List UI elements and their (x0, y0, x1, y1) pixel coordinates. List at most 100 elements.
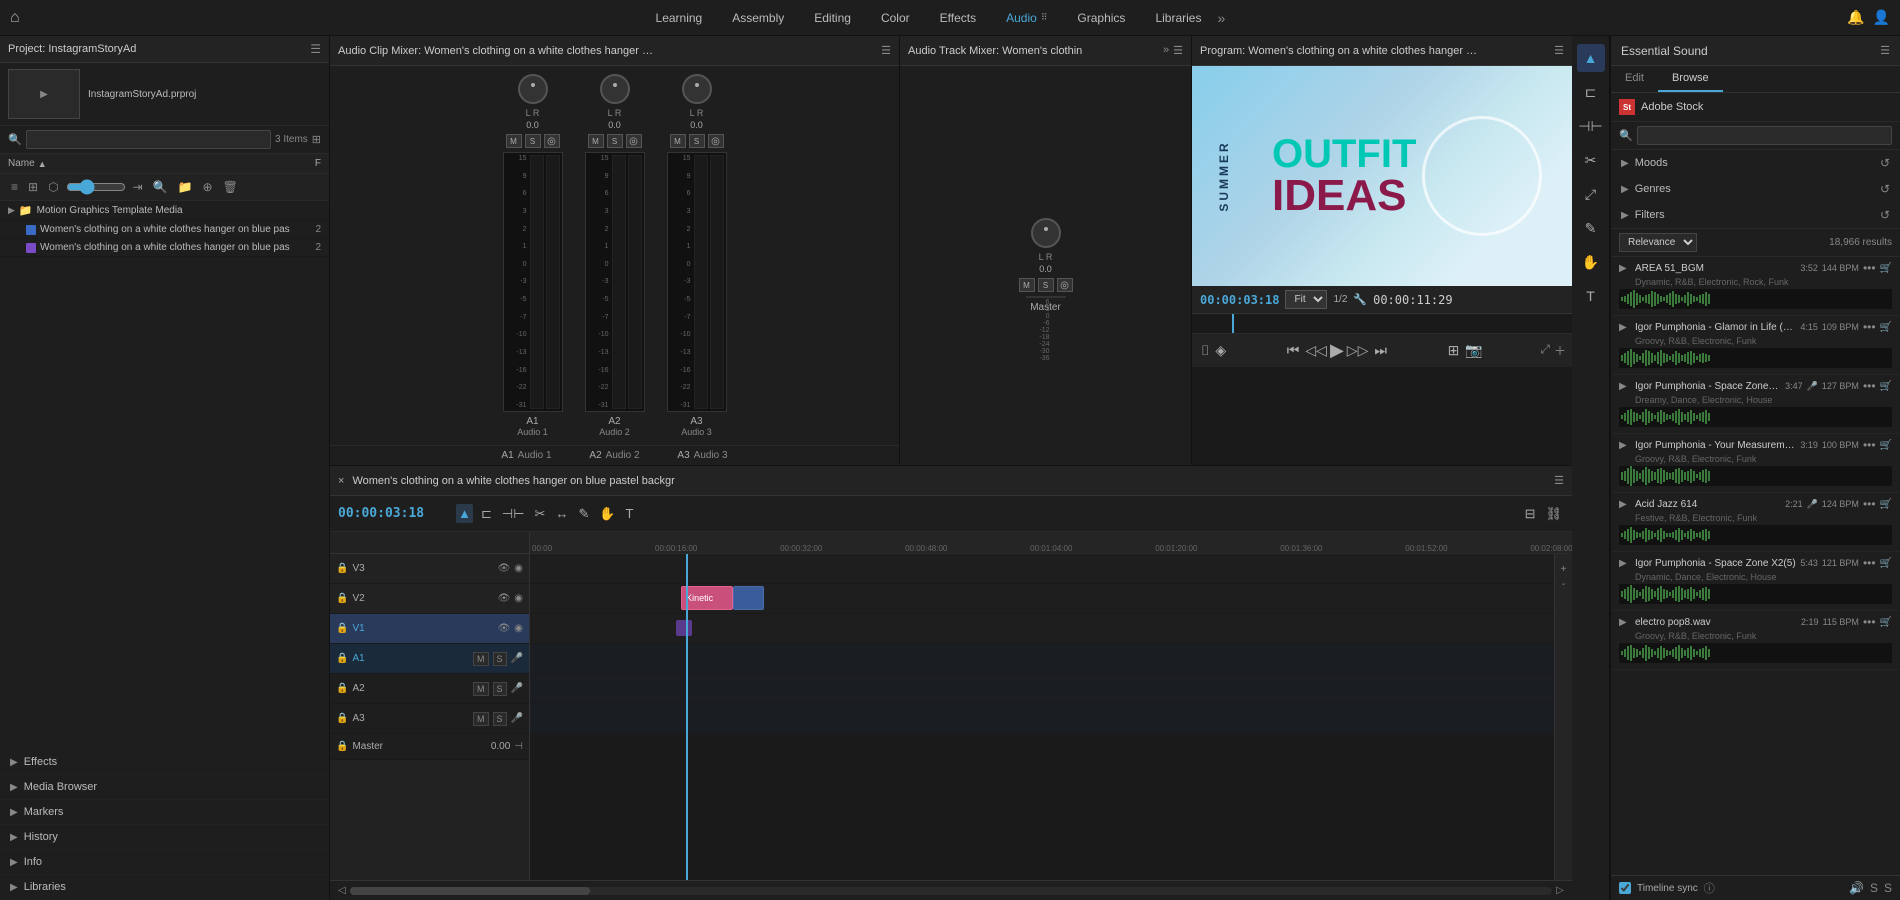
btn-a3-s[interactable]: S (689, 134, 705, 148)
music-cart-3[interactable]: 🛒 (1880, 440, 1892, 451)
music-play-3[interactable]: ▶ (1619, 440, 1631, 451)
tool-razor[interactable]: ✂ (1577, 146, 1605, 174)
list-view-btn[interactable]: ≡ (8, 178, 21, 196)
btn-a3-m[interactable]: M (670, 134, 686, 148)
genres-reset-icon[interactable]: ↺ (1880, 182, 1890, 196)
a2-m-btn[interactable]: M (473, 682, 489, 696)
nav-graphics[interactable]: Graphics (1063, 7, 1139, 29)
timeline-sync-checkbox[interactable] (1619, 882, 1631, 894)
monitor-timeline-bar[interactable] (1192, 314, 1572, 334)
filter-moods[interactable]: ▶ Moods ↺ (1611, 150, 1900, 176)
music-item-0[interactable]: ▶AREA 51_BGM3:52144 BPM•••🛒Dynamic, R&B,… (1611, 257, 1900, 316)
v1-eye-icon[interactable]: 👁 (498, 623, 511, 634)
music-play-2[interactable]: ▶ (1619, 381, 1631, 392)
track-select-tool-btn[interactable]: ⊏ (479, 504, 494, 524)
info-icon[interactable]: ⓘ (1704, 880, 1715, 896)
next-frame-btn[interactable]: ▷▷ (1347, 342, 1369, 359)
btn-a2-o[interactable]: ◎ (626, 134, 642, 148)
music-dots-2[interactable]: ••• (1863, 379, 1876, 393)
add-marker-btn[interactable]: ◈ (1215, 342, 1226, 359)
btn-a1-s[interactable]: S (525, 134, 541, 148)
section-libraries[interactable]: ▶ Libraries (0, 875, 329, 900)
music-cart-0[interactable]: 🛒 (1880, 263, 1892, 274)
music-item-4[interactable]: ▶Acid Jazz 6142:21🎤124 BPM•••🛒Festive, R… (1611, 493, 1900, 552)
user-icon[interactable]: 👤 (1873, 9, 1890, 26)
delete-btn[interactable]: 🗑 (220, 178, 241, 196)
clips-row-a3[interactable] (530, 704, 1572, 734)
a1-lock-icon[interactable]: 🔒 (336, 653, 348, 664)
master-lock-icon[interactable]: 🔒 (336, 741, 348, 752)
wrench-icon[interactable]: 🔧 (1353, 293, 1367, 306)
nav-learning[interactable]: Learning (642, 7, 717, 29)
v3-toggle-icon[interactable]: ◉ (514, 563, 523, 574)
search-icon[interactable]: 🔍 (8, 133, 22, 146)
bins-btn[interactable]: 📁 (175, 178, 196, 196)
filters-reset-icon[interactable]: ↺ (1880, 208, 1890, 222)
tool-ripple[interactable]: ⊣⊢ (1577, 112, 1605, 140)
tab-browse[interactable]: Browse (1658, 66, 1723, 92)
btn-a2-s[interactable]: S (607, 134, 623, 148)
v1-toggle-icon[interactable]: ◉ (514, 623, 523, 634)
btn-a1-o[interactable]: ◎ (544, 134, 560, 148)
monitor-timecode-current[interactable]: 00:00:03:18 (1200, 293, 1279, 307)
clips-row-v1[interactable] (530, 614, 1572, 644)
audio-mixer-menu-icon[interactable]: ☰ (881, 44, 891, 57)
safe-margins-btn[interactable]: ⊞ (1448, 342, 1460, 359)
music-cart-4[interactable]: 🛒 (1880, 499, 1892, 510)
music-item-5[interactable]: ▶Igor Pumphonia - Space Zone X2(5)5:4312… (1611, 552, 1900, 611)
v3-lock-icon[interactable]: 🔒 (336, 563, 348, 574)
music-cart-5[interactable]: 🛒 (1880, 558, 1892, 569)
music-dots-5[interactable]: ••• (1863, 556, 1876, 570)
section-info[interactable]: ▶ Info (0, 850, 329, 875)
file-item-1[interactable]: Women's clothing on a white clothes hang… (0, 239, 329, 257)
play-btn[interactable]: ▶ (1330, 340, 1344, 361)
a2-s-btn[interactable]: S (493, 682, 507, 696)
a1-m-btn[interactable]: M (473, 652, 489, 666)
fit-select[interactable]: Fit (1285, 290, 1327, 309)
section-markers[interactable]: ▶ Markers (0, 800, 329, 825)
snap-btn[interactable]: ⊟ (1523, 504, 1538, 524)
music-play-6[interactable]: ▶ (1619, 617, 1631, 628)
timeline-close-btn[interactable]: × (338, 475, 344, 487)
timeline-timecode[interactable]: 00:00:03:18 (338, 506, 424, 521)
clip-blue[interactable] (733, 586, 764, 610)
a3-s-btn[interactable]: S (493, 712, 507, 726)
music-dots-4[interactable]: ••• (1863, 497, 1876, 511)
a3-m-btn[interactable]: M (473, 712, 489, 726)
timeline-menu-icon[interactable]: ☰ (1554, 474, 1564, 487)
music-item-1[interactable]: ▶Igor Pumphonia - Glamor in Life (Origi…… (1611, 316, 1900, 375)
master-knob[interactable] (1031, 218, 1061, 248)
linked-select-btn[interactable]: ⛓ (1543, 504, 1564, 524)
project-search-input[interactable] (26, 130, 271, 149)
btn-a2-m[interactable]: M (588, 134, 604, 148)
channel-a1-knob[interactable] (518, 74, 548, 104)
add-btn[interactable]: ＋ (1554, 342, 1566, 359)
channel-a3-knob[interactable] (682, 74, 712, 104)
btn-master-m[interactable]: M (1019, 278, 1035, 292)
tool-pen[interactable]: ✎ (1577, 214, 1605, 242)
expand-btn[interactable]: ⤢ (1540, 342, 1550, 359)
music-item-3[interactable]: ▶Igor Pumphonia - Your Measurement (O…3:… (1611, 434, 1900, 493)
master-icon[interactable]: ⊣ (514, 741, 523, 752)
freeform-btn[interactable]: ⬡ (45, 178, 61, 196)
zoom-in-icon[interactable]: + (1561, 564, 1567, 575)
music-item-2[interactable]: ▶Igor Pumphonia - Space Zone X3(2)3:47🎤1… (1611, 375, 1900, 434)
clips-row-a1[interactable] (530, 644, 1572, 674)
v3-eye-icon[interactable]: 👁 (498, 563, 511, 574)
btn-a3-o[interactable]: ◎ (708, 134, 724, 148)
grid-view-btn[interactable]: ⊞ (25, 178, 41, 196)
btn-master-s[interactable]: S (1038, 278, 1054, 292)
mark-in-btn[interactable]: ⌷ (1201, 342, 1209, 359)
a1-s-btn[interactable]: S (493, 652, 507, 666)
find-btn[interactable]: 🔍 (150, 178, 171, 196)
tab-edit[interactable]: Edit (1611, 66, 1658, 92)
btn-master-o[interactable]: ◎ (1057, 278, 1073, 292)
a3-mic-icon[interactable]: 🎤 (511, 713, 523, 724)
music-dots-3[interactable]: ••• (1863, 438, 1876, 452)
tool-type[interactable]: T (1577, 282, 1605, 310)
music-play-4[interactable]: ▶ (1619, 499, 1631, 510)
music-cart-1[interactable]: 🛒 (1880, 322, 1892, 333)
nav-audio[interactable]: Audio ⠿ (992, 7, 1061, 29)
selection-tool-btn[interactable]: ▲ (456, 504, 473, 523)
panel-menu-icon[interactable]: ☰ (310, 42, 321, 56)
